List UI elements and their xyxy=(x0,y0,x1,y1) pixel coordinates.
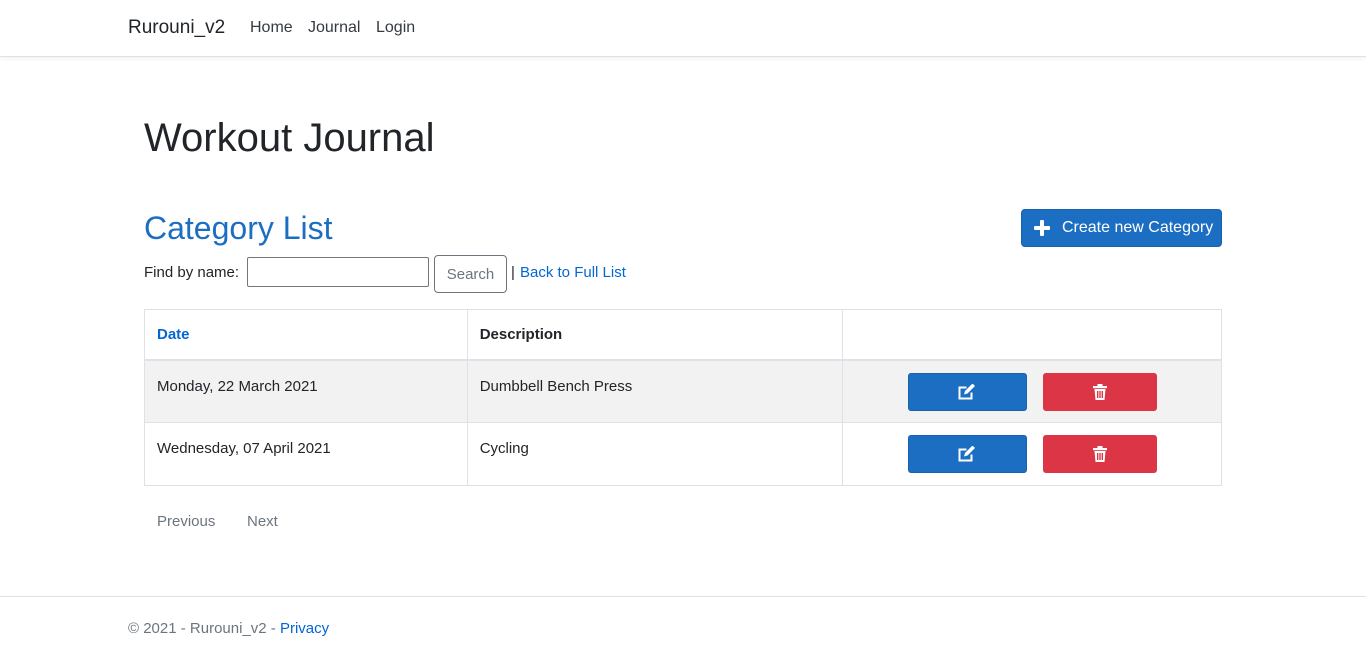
cell-date: Wednesday, 07 April 2021 xyxy=(144,422,468,486)
nav-login[interactable]: Login xyxy=(376,19,415,37)
table-header-row: Date Description xyxy=(144,309,1222,361)
previous-page-link[interactable]: Previous xyxy=(157,513,215,530)
nav-journal[interactable]: Journal xyxy=(308,19,360,37)
page-title: Workout Journal xyxy=(144,116,435,160)
edit-button[interactable] xyxy=(907,372,1027,411)
sort-by-date-link[interactable]: Date xyxy=(157,326,190,343)
header-date: Date xyxy=(144,309,468,361)
edit-icon xyxy=(958,446,976,462)
footer: © 2021 - Rurouni_v2 - Privacy xyxy=(0,596,1366,657)
copyright-text: © 2021 - Rurouni_v2 - xyxy=(128,620,280,637)
table-row: Wednesday, 07 April 2021 Cycling xyxy=(144,422,1222,486)
trash-icon xyxy=(1092,446,1107,462)
cell-actions xyxy=(842,359,1222,423)
create-category-button[interactable]: Create new Category xyxy=(1021,209,1222,247)
plus-icon xyxy=(1034,220,1050,236)
nav-home[interactable]: Home xyxy=(250,19,293,37)
table-row: Monday, 22 March 2021 Dumbbell Bench Pre… xyxy=(144,359,1222,423)
cell-actions xyxy=(842,422,1222,486)
delete-button[interactable] xyxy=(1042,435,1157,473)
separator: | xyxy=(511,264,515,281)
section-title: Category List xyxy=(144,210,333,246)
edit-button[interactable] xyxy=(907,435,1027,473)
find-by-name-label: Find by name: xyxy=(144,264,240,281)
search-input[interactable] xyxy=(247,257,429,287)
header-description: Description xyxy=(466,309,844,361)
category-table: Date Description Monday, 22 March 2021 D… xyxy=(144,309,1222,486)
cell-description: Cycling xyxy=(466,422,844,486)
create-category-label: Create new Category xyxy=(1062,219,1214,236)
privacy-link[interactable]: Privacy xyxy=(280,620,329,637)
navbar: Rurouni_v2 Home Journal Login xyxy=(0,0,1366,57)
edit-icon xyxy=(958,383,976,399)
search-button[interactable]: Search xyxy=(434,255,507,293)
cell-date: Monday, 22 March 2021 xyxy=(144,359,468,423)
header-actions xyxy=(842,309,1222,361)
next-page-link[interactable]: Next xyxy=(247,513,278,530)
brand-link[interactable]: Rurouni_v2 xyxy=(128,17,225,39)
cell-description: Dumbbell Bench Press xyxy=(466,359,844,423)
delete-button[interactable] xyxy=(1042,372,1157,411)
trash-icon xyxy=(1092,383,1107,400)
footer-text: © 2021 - Rurouni_v2 - Privacy xyxy=(128,620,329,637)
back-to-full-list-link[interactable]: Back to Full List xyxy=(520,264,626,281)
